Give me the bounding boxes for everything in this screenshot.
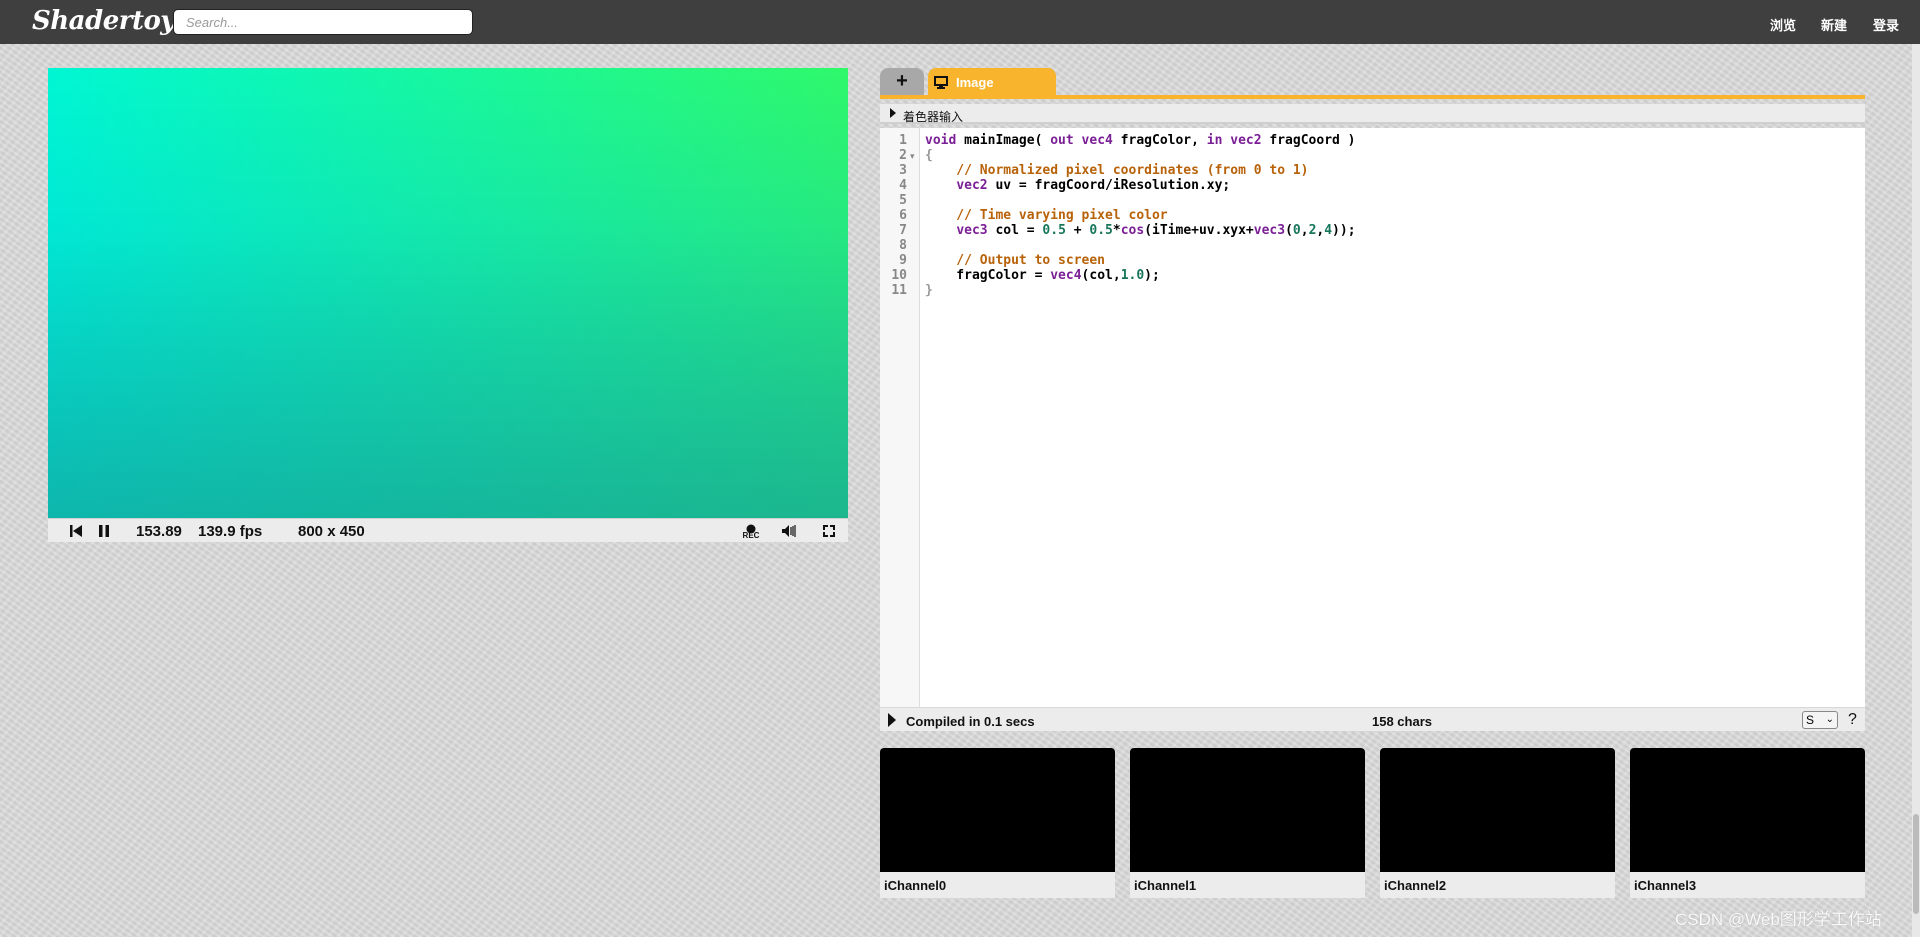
rec-label: REC <box>742 531 760 540</box>
fps-display: 139.9 fps <box>198 523 263 540</box>
char-count: 158 chars <box>1372 714 1432 729</box>
scrollbar-thumb[interactable] <box>1913 814 1919 914</box>
player-controls: 153.89 139.9 fps 800 x 450 REC <box>48 518 848 542</box>
watermark: CSDN @Web图形学工作站 <box>1675 910 1882 929</box>
channel-label: iChannel2 <box>1380 872 1615 898</box>
code-line: // Time varying pixel color <box>925 208 1168 223</box>
code-line: void mainImage( out vec4 fragColor, in v… <box>925 133 1356 148</box>
channel-slot[interactable]: iChannel0 <box>880 748 1115 898</box>
shader-inputs-header[interactable]: 着色器输入 <box>880 104 1865 124</box>
tab-underline <box>880 95 1865 99</box>
font-size-value: S <box>1806 713 1815 727</box>
line-number: 7 <box>899 223 907 238</box>
compile-status: Compiled in 0.1 secs <box>906 714 1035 729</box>
channel-label: iChannel3 <box>1630 872 1865 898</box>
tab-image-label: Image <box>956 75 994 90</box>
channel-thumbnail <box>1130 748 1365 872</box>
shader-canvas[interactable] <box>48 68 848 518</box>
line-number: 1 <box>899 133 907 148</box>
code-line: vec2 uv = fragCoord/iResolution.xy; <box>956 178 1231 193</box>
nav-login[interactable]: 登录 <box>1873 15 1899 34</box>
channel-slot[interactable]: iChannel3 <box>1630 748 1865 898</box>
code-editor[interactable]: 1 2 ▾ 3 4 5 6 7 8 9 10 11 void mainImage… <box>880 128 1865 708</box>
time-display: 153.89 <box>136 523 182 540</box>
pause-icon[interactable] <box>96 523 112 539</box>
channel-slot[interactable]: iChannel2 <box>1380 748 1615 898</box>
code-line: // Output to screen <box>925 253 1106 268</box>
page-scrollbar[interactable] <box>1912 44 1920 937</box>
channel-slot[interactable]: iChannel1 <box>1130 748 1365 898</box>
fullscreen-icon[interactable] <box>821 523 837 539</box>
shader-inputs-label: 着色器输入 <box>903 110 964 124</box>
volume-icon[interactable] <box>780 523 796 539</box>
channel-thumbnail <box>1630 748 1865 872</box>
search-input[interactable] <box>173 9 473 35</box>
top-bar: Shadertoy 浏览 新建 登录 <box>0 0 1920 44</box>
line-number: 10 <box>891 268 907 283</box>
line-number: 3 <box>899 163 907 178</box>
nav-browse[interactable]: 浏览 <box>1770 15 1796 34</box>
compile-play-icon[interactable] <box>887 712 897 728</box>
line-number: 11 <box>891 283 907 298</box>
monitor-icon <box>934 76 948 89</box>
rewind-icon[interactable] <box>68 523 84 539</box>
canvas-gradient-shade <box>48 68 848 518</box>
channel-thumbnail <box>880 748 1115 872</box>
line-number: 4 <box>899 178 907 193</box>
line-number: 8 <box>899 238 907 253</box>
chevron-down-icon: ⌄ <box>1825 714 1834 725</box>
line-number: 9 <box>899 253 907 268</box>
help-button[interactable]: ? <box>1848 711 1857 729</box>
fold-icon[interactable]: ▾ <box>910 151 915 162</box>
channel-label: iChannel0 <box>880 872 1115 898</box>
line-number: 6 <box>899 208 907 223</box>
resolution-display: 800 x 450 <box>298 523 365 540</box>
code-line: { <box>925 148 933 163</box>
logo[interactable]: Shadertoy <box>32 6 175 36</box>
tab-image[interactable]: Image <box>928 68 1056 96</box>
code-line: } <box>925 283 933 298</box>
line-number: 2 <box>899 148 907 163</box>
font-size-select[interactable]: S ⌄ <box>1802 711 1838 729</box>
line-number: 5 <box>899 193 907 208</box>
code-line: fragColor = vec4(col,1.0); <box>925 268 1160 283</box>
record-button[interactable]: REC <box>741 521 761 543</box>
nav-new[interactable]: 新建 <box>1821 15 1847 34</box>
channel-label: iChannel1 <box>1130 872 1365 898</box>
line-gutter: 1 2 ▾ 3 4 5 6 7 8 9 10 11 <box>880 128 920 708</box>
editor-status-bar: Compiled in 0.1 secs 158 chars S ⌄ ? <box>880 707 1865 731</box>
code-line: vec3 col = 0.5 + 0.5*cos(iTime+uv.xyx+ve… <box>956 223 1356 238</box>
code-line: // Normalized pixel coordinates (from 0 … <box>925 163 1309 178</box>
channel-thumbnail <box>1380 748 1615 872</box>
expand-triangle-icon <box>890 108 896 118</box>
editor-tabs: + Image <box>880 68 1865 98</box>
add-tab-button[interactable]: + <box>880 68 924 96</box>
